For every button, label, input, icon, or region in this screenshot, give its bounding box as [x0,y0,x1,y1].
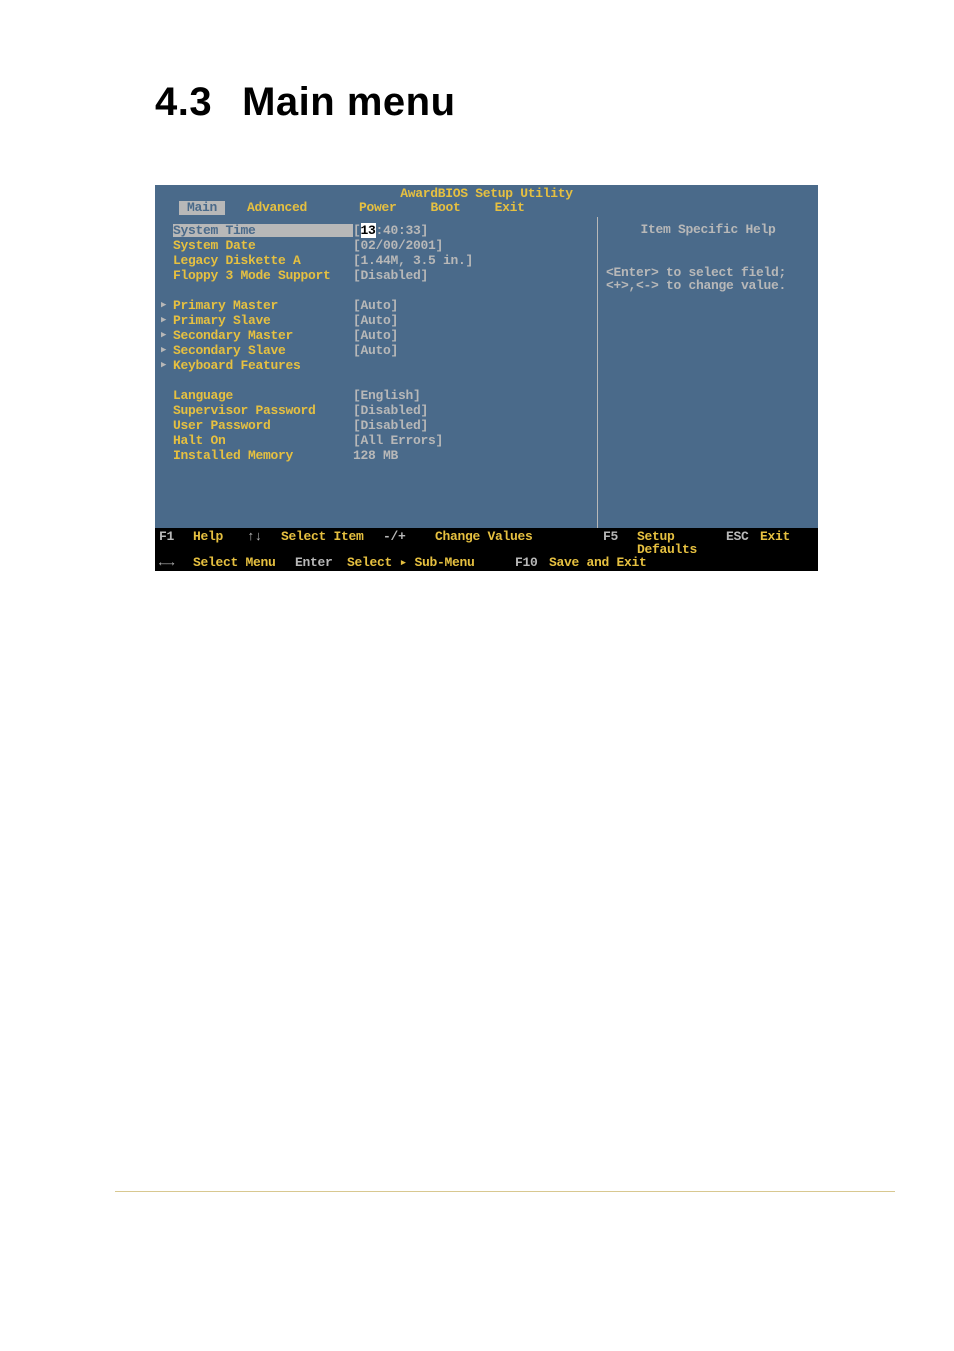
item-value: [Auto] [353,344,398,357]
footer-key-f1: F1 [159,530,193,556]
item-label: Secondary Master [173,329,353,342]
item-system-date[interactable]: System Date [02/00/2001] [161,238,591,253]
footer-label-help: Help [193,530,247,556]
item-halt-on[interactable]: Halt On [All Errors] [161,433,591,448]
footer-label-setup-defaults: Setup Defaults [637,530,726,556]
footer-key-plusminus: -/+ [383,530,435,556]
submenu-marker-icon: ▶ [161,301,173,310]
item-label: Supervisor Password [173,404,353,417]
footer-label-select-menu: Select Menu [193,556,295,569]
item-installed-memory[interactable]: Installed Memory 128 MB [161,448,591,463]
heading-title: Main menu [242,80,455,124]
footer-label-select-item: Select Item [281,530,383,556]
footer-label-submenu: Select ▸ Sub-Menu [347,556,515,569]
item-value: [All Errors] [353,434,443,447]
item-value: [Disabled] [353,404,428,417]
item-value: [Disabled] [353,419,428,432]
submenu-marker-icon: ▶ [161,331,173,340]
item-label: System Date [173,239,353,252]
tab-exit[interactable]: Exit [491,201,537,215]
footer-key-esc: ESC [726,530,760,556]
tab-main[interactable]: Main [179,201,225,215]
footer-key-leftright: ←→ [159,556,193,569]
item-system-time[interactable]: System Time [13:40:33] [161,223,591,238]
footer-key-f5: F5 [603,530,637,556]
item-label: Keyboard Features [173,359,353,372]
item-value: [English] [353,389,421,402]
item-language[interactable]: Language [English] [161,388,591,403]
item-label: Language [173,389,353,402]
item-floppy3[interactable]: Floppy 3 Mode Support [Disabled] [161,268,591,283]
item-label: User Password [173,419,353,432]
tab-advanced[interactable]: Advanced [243,201,319,215]
item-value: [Disabled] [353,269,428,282]
bios-help-panel: Item Specific Help <Enter> to select fie… [598,217,818,528]
bios-window: AwardBIOS Setup Utility Main Advanced Po… [155,185,818,571]
item-supervisor-password[interactable]: Supervisor Password [Disabled] [161,403,591,418]
item-legacy-diskette[interactable]: Legacy Diskette A [1.44M, 3.5 in.] [161,253,591,268]
item-label: Primary Slave [173,314,353,327]
item-label: Secondary Slave [173,344,353,357]
footer-label-save-exit: Save and Exit [549,556,814,569]
item-value: [Auto] [353,329,398,342]
help-text-line: <+>,<-> to change value. [606,279,810,292]
tab-boot[interactable]: Boot [427,201,473,215]
item-label: System Time [173,224,353,237]
page-heading: 4.3 Main menu [155,80,894,125]
submenu-marker-icon: ▶ [161,361,173,370]
item-value: [Auto] [353,299,398,312]
footer-label-change-values: Change Values [435,530,603,556]
item-label: Floppy 3 Mode Support [173,269,353,282]
item-label: Halt On [173,434,353,447]
footer-key-enter: Enter [295,556,347,569]
bios-title: AwardBIOS Setup Utility [155,185,818,201]
item-value: [Auto] [353,314,398,327]
item-keyboard-features[interactable]: ▶ Keyboard Features [161,358,591,373]
help-title: Item Specific Help [606,223,810,237]
submenu-marker-icon: ▶ [161,316,173,325]
tab-power[interactable]: Power [355,201,409,215]
item-secondary-master[interactable]: ▶ Secondary Master [Auto] [161,328,591,343]
bios-menubar: Main Advanced Power Boot Exit [155,201,818,217]
item-label: Legacy Diskette A [173,254,353,267]
item-secondary-slave[interactable]: ▶ Secondary Slave [Auto] [161,343,591,358]
footer-label-exit: Exit [760,530,814,556]
item-value: [13:40:33] [353,224,428,237]
item-value: [02/00/2001] [353,239,443,252]
heading-number: 4.3 [155,80,212,124]
item-primary-slave[interactable]: ▶ Primary Slave [Auto] [161,313,591,328]
item-label: Installed Memory [173,449,353,462]
footer-key-f10: F10 [515,556,549,569]
item-label: Primary Master [173,299,353,312]
page-divider [115,1191,895,1192]
footer-key-updown: ↑↓ [247,530,281,556]
item-value: 128 MB [353,449,398,462]
item-user-password[interactable]: User Password [Disabled] [161,418,591,433]
bios-main-panel: System Time [13:40:33] System Date [02/0… [155,217,598,528]
item-value: [1.44M, 3.5 in.] [353,254,473,267]
submenu-marker-icon: ▶ [161,346,173,355]
item-primary-master[interactable]: ▶ Primary Master [Auto] [161,298,591,313]
bios-footer: F1 Help ↑↓ Select Item -/+ Change Values… [155,528,818,571]
